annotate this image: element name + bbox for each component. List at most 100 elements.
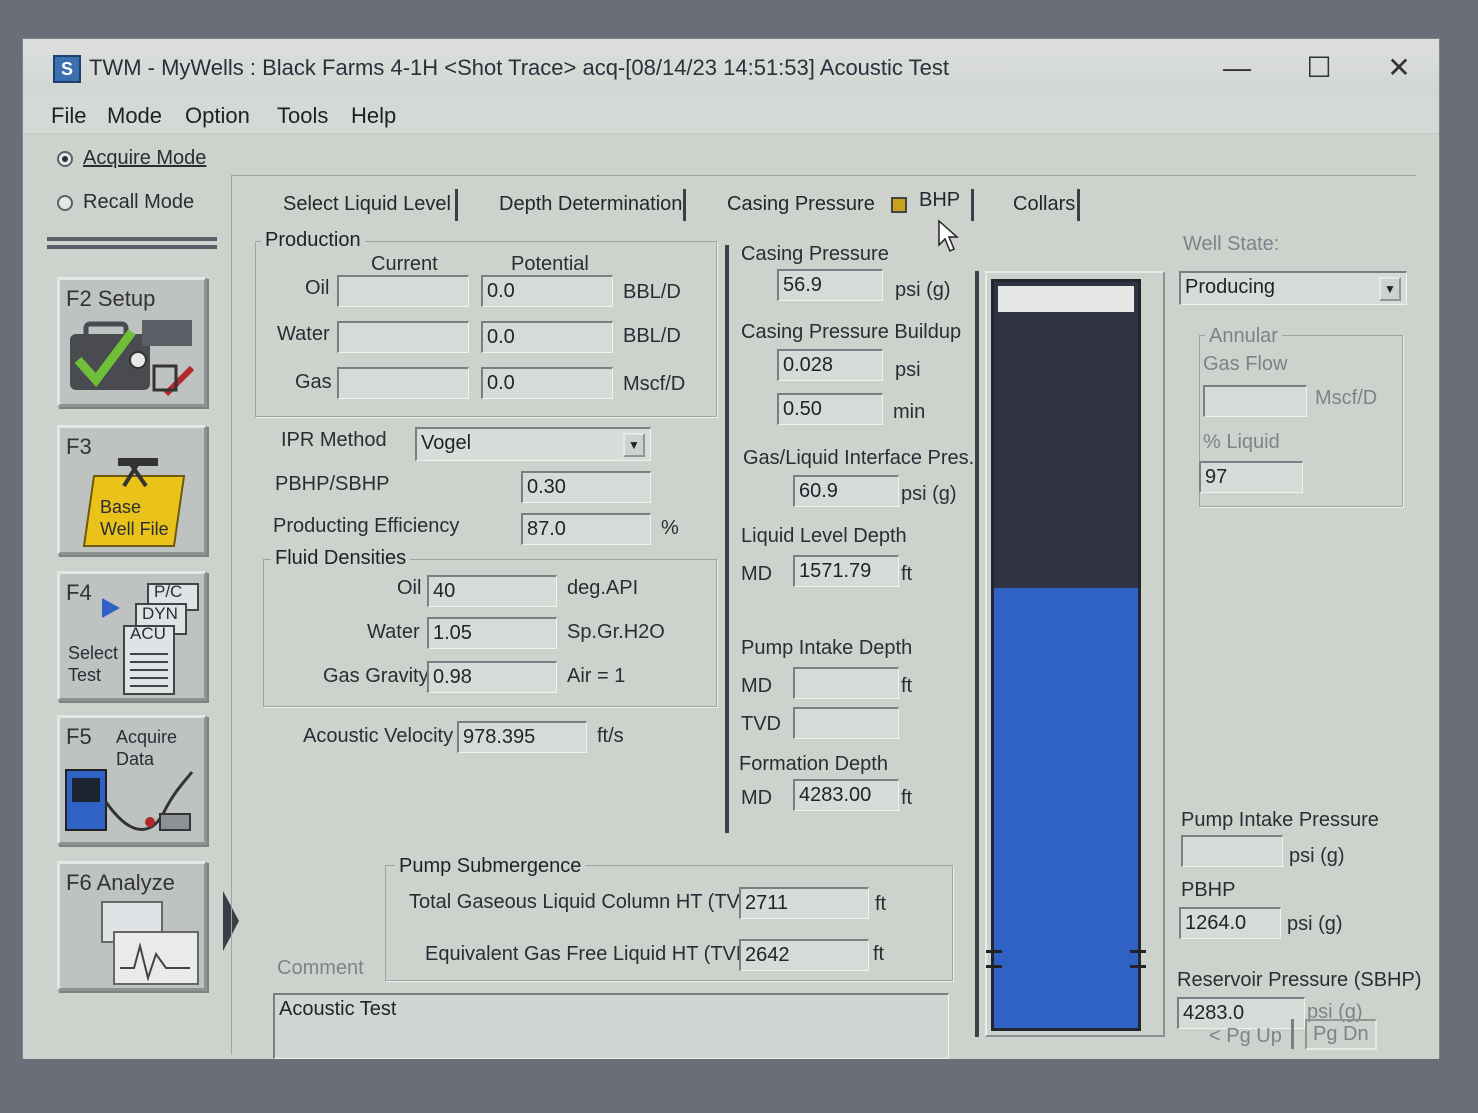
annular-liquid-label: % Liquid bbox=[1203, 431, 1280, 453]
casing-buildup-pressure-field[interactable]: 0.028 bbox=[777, 349, 883, 381]
oil-potential-field[interactable]: 0.0 bbox=[481, 275, 613, 307]
producing-efficiency-label: Producting Efficiency bbox=[273, 515, 460, 537]
f2-setup-button[interactable]: F2 Setup bbox=[57, 277, 207, 407]
f5-acquire-data-button[interactable]: F5 Acquire Data bbox=[57, 715, 207, 845]
production-title: Production bbox=[261, 229, 365, 252]
maximize-button[interactable]: ☐ bbox=[1297, 49, 1341, 87]
f4-key-label: F4 bbox=[66, 580, 92, 605]
f4-select-test-button[interactable]: F4 P/C DYN ACU Select Test bbox=[57, 571, 207, 701]
pump-intake-pressure-field[interactable] bbox=[1181, 835, 1283, 867]
acquire-mode-label[interactable]: Acquire Mode bbox=[83, 147, 206, 170]
ipr-method-select[interactable]: Vogel bbox=[415, 427, 651, 461]
casing-pressure-unit: psi (g) bbox=[895, 279, 951, 301]
pump-intake-md-field[interactable] bbox=[793, 667, 899, 699]
f2-key-label: F2 Setup bbox=[66, 286, 156, 311]
menu-tools[interactable]: Tools bbox=[277, 103, 328, 129]
fluid-oil-unit: deg.API bbox=[567, 577, 639, 599]
gas-label: Gas bbox=[295, 371, 332, 393]
fluid-oil-field[interactable]: 40 bbox=[427, 575, 557, 607]
f3-label-line2: Well File bbox=[100, 519, 169, 539]
comment-textarea[interactable]: Acoustic Test bbox=[273, 993, 949, 1059]
interface-pressure-label: Gas/Liquid Interface Pres. bbox=[743, 447, 975, 469]
formation-unit: ft bbox=[901, 787, 913, 809]
menu-help[interactable]: Help bbox=[351, 103, 396, 129]
casing-buildup-label: Casing Pressure Buildup bbox=[741, 321, 962, 343]
fluid-densities-title: Fluid Densities bbox=[271, 547, 411, 570]
fluid-gas-gravity-field[interactable]: 0.98 bbox=[427, 661, 557, 693]
acquire-mode-radio[interactable] bbox=[57, 151, 73, 167]
annular-liquid-field[interactable]: 97 bbox=[1199, 461, 1303, 493]
menu-mode[interactable]: Mode bbox=[107, 103, 162, 129]
tab-separator bbox=[1077, 189, 1080, 221]
menu-file[interactable]: File bbox=[51, 103, 86, 129]
recall-mode-label[interactable]: Recall Mode bbox=[83, 191, 194, 214]
gas-free-liquid-field[interactable]: 2642 bbox=[739, 939, 869, 971]
oil-current-field[interactable] bbox=[337, 275, 469, 307]
ipr-dropdown-chevron-icon[interactable]: ▼ bbox=[623, 433, 645, 457]
formation-md-field[interactable]: 4283.00 bbox=[793, 779, 899, 811]
fluid-water-field[interactable]: 1.05 bbox=[427, 617, 557, 649]
annular-gas-flow-unit: Mscf/D bbox=[1315, 387, 1378, 409]
pump-intake-pressure-unit: psi (g) bbox=[1289, 845, 1345, 867]
liquid-level-md-field[interactable]: 1571.79 bbox=[793, 555, 899, 587]
total-gaseous-column-label: Total Gaseous Liquid Column HT (TVD) bbox=[409, 891, 761, 913]
sidebar-divider-2 bbox=[47, 245, 217, 249]
casing-pressure-field[interactable]: 56.9 bbox=[777, 269, 883, 301]
f5-label-line1: Acquire bbox=[116, 727, 178, 747]
liquid-level-unit: ft bbox=[901, 563, 913, 585]
minimize-button[interactable]: — bbox=[1215, 49, 1259, 87]
ipr-method-label: IPR Method bbox=[281, 429, 387, 451]
paging-separator bbox=[1291, 1019, 1294, 1049]
menu-option[interactable]: Option bbox=[185, 103, 250, 129]
casing-buildup-pressure-unit: psi bbox=[895, 359, 921, 381]
reservoir-pressure-label: Reservoir Pressure (SBHP) bbox=[1177, 969, 1422, 991]
casing-buildup-time-unit: min bbox=[893, 401, 926, 423]
annular-title: Annular bbox=[1205, 325, 1282, 348]
pbhp-label: PBHP bbox=[1181, 879, 1236, 901]
producing-efficiency-field[interactable]: 87.0 bbox=[521, 513, 651, 545]
acoustic-velocity-field[interactable]: 978.395 bbox=[457, 721, 587, 753]
window-title: TWM - MyWells : Black Farms 4-1H <Shot T… bbox=[89, 55, 949, 80]
f3-base-well-file-button[interactable]: F3 Base Well File bbox=[57, 425, 207, 555]
gas-current-field[interactable] bbox=[337, 367, 469, 399]
gas-potential-field[interactable]: 0.0 bbox=[481, 367, 613, 399]
setup-toolbox-icon bbox=[70, 320, 195, 397]
liquid-level-md-label: MD bbox=[741, 563, 773, 585]
f4-tag-dyn: DYN bbox=[142, 604, 178, 623]
f6-analyze-button[interactable]: F6 Analyze bbox=[57, 861, 207, 991]
main-window: S TWM - MyWells : Black Farms 4-1H <Shot… bbox=[22, 38, 1440, 1059]
annular-gas-flow-label: Gas Flow bbox=[1203, 353, 1288, 375]
recall-mode-radio[interactable] bbox=[57, 195, 73, 211]
well-state-dropdown-chevron-icon[interactable]: ▼ bbox=[1379, 277, 1401, 301]
gas-unit: Mscf/D bbox=[623, 373, 686, 395]
pbhp-sbhp-field[interactable]: 0.30 bbox=[521, 471, 651, 503]
water-potential-field[interactable]: 0.0 bbox=[481, 321, 613, 353]
interface-pressure-unit: psi (g) bbox=[901, 483, 957, 505]
page-down-button[interactable]: Pg Dn bbox=[1305, 1019, 1377, 1050]
fluid-gas-gravity-unit: Air = 1 bbox=[567, 665, 626, 687]
total-gaseous-column-field[interactable]: 2711 bbox=[739, 887, 869, 919]
well-state-select[interactable]: Producing bbox=[1179, 271, 1407, 305]
interface-pressure-field[interactable]: 60.9 bbox=[793, 475, 899, 507]
total-gaseous-column-unit: ft bbox=[875, 893, 887, 915]
page-up-button[interactable]: < Pg Up bbox=[1209, 1025, 1282, 1048]
tab-depth-determination[interactable]: Depth Determination bbox=[499, 193, 682, 216]
pump-submergence-title: Pump Submergence bbox=[395, 855, 586, 878]
casing-buildup-time-field[interactable]: 0.50 bbox=[777, 393, 883, 425]
annular-gas-flow-field[interactable] bbox=[1203, 385, 1307, 417]
pbhp-field[interactable]: 1264.0 bbox=[1179, 907, 1281, 939]
graphic-divider bbox=[975, 271, 979, 1037]
tab-collars[interactable]: Collars bbox=[1013, 193, 1075, 216]
acquire-data-instrument-icon bbox=[65, 769, 194, 831]
close-button[interactable]: ✕ bbox=[1377, 49, 1421, 87]
gas-free-liquid-unit: ft bbox=[873, 943, 885, 965]
tab-casing-pressure[interactable]: Casing Pressure bbox=[727, 193, 875, 216]
water-current-field[interactable] bbox=[337, 321, 469, 353]
tab-select-liquid-level[interactable]: Select Liquid Level bbox=[283, 193, 451, 216]
pump-intake-tvd-field[interactable] bbox=[793, 707, 899, 739]
tab-bhp[interactable]: BHP bbox=[919, 189, 960, 212]
analyze-chart-icon bbox=[101, 901, 199, 985]
tab-separator bbox=[455, 189, 458, 221]
f5-key-label: F5 bbox=[66, 724, 92, 749]
formation-md-label: MD bbox=[741, 787, 773, 809]
